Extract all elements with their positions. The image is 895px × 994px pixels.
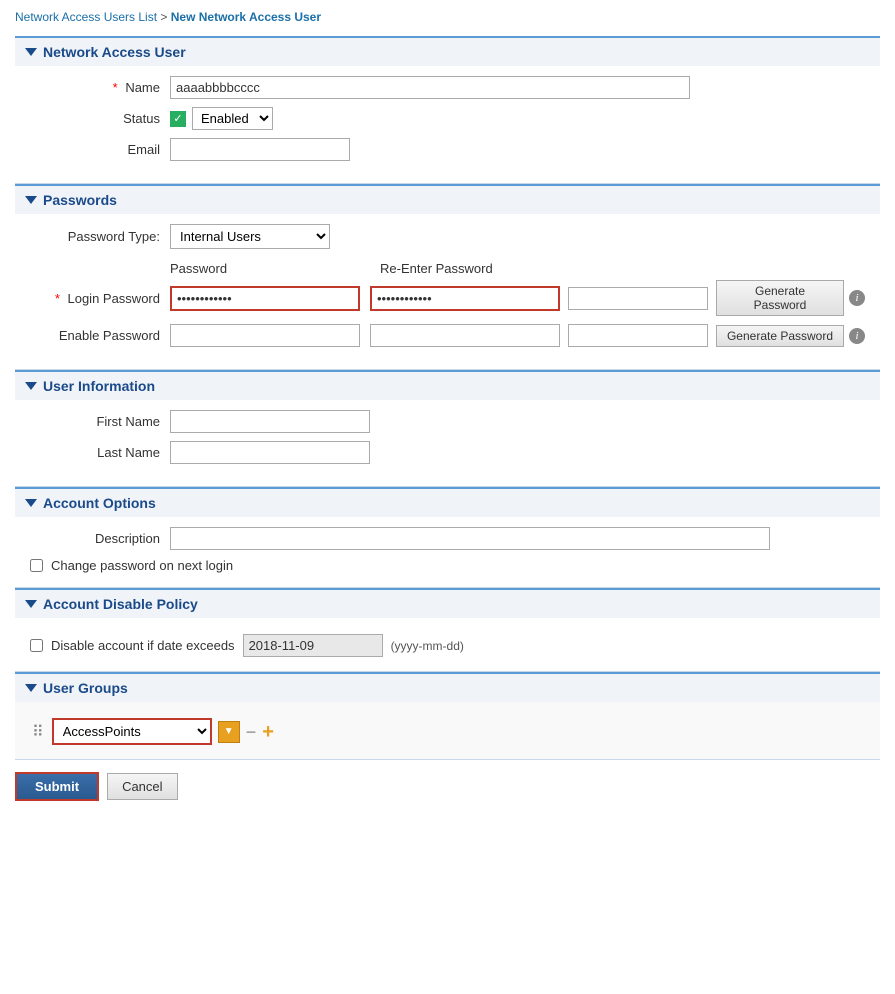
account-disable-policy-title: Account Disable Policy — [43, 596, 198, 612]
pw-col-headers: Password Re-Enter Password — [170, 261, 865, 276]
collapse-triangle-icon — [25, 499, 37, 507]
account-disable-policy-section: Account Disable Policy Disable account i… — [15, 588, 880, 672]
last-name-row: Last Name — [30, 441, 865, 464]
group-add-button[interactable]: + — [262, 722, 274, 742]
submit-button[interactable]: Submit — [15, 772, 99, 801]
account-options-title: Account Options — [43, 495, 156, 511]
login-reenter-input[interactable] — [370, 286, 560, 311]
network-access-user-body: * Name Status ✓ Enabled Disabled Email — [15, 66, 880, 184]
login-info-icon[interactable]: i — [849, 290, 865, 306]
enable-generate-password-button[interactable]: Generate Password — [716, 325, 844, 347]
user-information-body: First Name Last Name — [15, 400, 880, 487]
group-remove-button[interactable]: − — [246, 723, 257, 741]
email-label: Email — [30, 142, 170, 157]
network-access-user-section: Network Access User * Name Status ✓ Enab… — [15, 36, 880, 184]
change-password-row: Change password on next login — [30, 558, 865, 573]
status-control: ✓ Enabled Disabled — [170, 107, 273, 130]
cancel-button[interactable]: Cancel — [107, 773, 177, 800]
status-row: Status ✓ Enabled Disabled — [30, 107, 865, 130]
group-select[interactable]: AccessPoints — [52, 718, 212, 745]
pw-col-reenter: Re-Enter Password — [380, 261, 580, 276]
user-information-header[interactable]: User Information — [15, 372, 880, 400]
user-information-title: User Information — [43, 378, 155, 394]
collapse-triangle-icon — [25, 684, 37, 692]
collapse-triangle-icon — [25, 48, 37, 56]
last-name-input[interactable] — [170, 441, 370, 464]
passwords-section: Passwords Password Type: Internal Users … — [15, 184, 880, 370]
breadcrumb-link[interactable]: Network Access Users List — [15, 10, 157, 24]
account-disable-policy-body: Disable account if date exceeds (yyyy-mm… — [15, 618, 880, 672]
login-generate-password-button[interactable]: Generate Password — [716, 280, 844, 316]
passwords-header[interactable]: Passwords — [15, 186, 880, 214]
drag-handle-icon[interactable]: ⠿ — [30, 720, 46, 744]
account-options-section: Account Options Description Change passw… — [15, 487, 880, 588]
password-type-select[interactable]: Internal Users External Users — [170, 224, 330, 249]
account-disable-policy-header[interactable]: Account Disable Policy — [15, 590, 880, 618]
collapse-triangle-icon — [25, 196, 37, 204]
change-password-checkbox[interactable] — [30, 559, 43, 572]
enable-reenter-blank-input[interactable] — [568, 324, 708, 347]
email-input[interactable] — [170, 138, 350, 161]
passwords-title: Passwords — [43, 192, 117, 208]
user-groups-header[interactable]: User Groups — [15, 674, 880, 702]
enable-password-row: Enable Password Generate Password i — [30, 324, 865, 347]
status-enabled-icon: ✓ — [170, 111, 186, 127]
user-groups-title: User Groups — [43, 680, 128, 696]
breadcrumb-current: New Network Access User — [171, 10, 321, 24]
status-label: Status — [30, 111, 170, 126]
account-options-header[interactable]: Account Options — [15, 489, 880, 517]
collapse-triangle-icon — [25, 382, 37, 390]
enable-password-input[interactable] — [170, 324, 360, 347]
user-groups-section: User Groups ⠿ AccessPoints − + — [15, 672, 880, 760]
name-label: * Name — [30, 80, 170, 95]
user-groups-body: ⠿ AccessPoints − + — [15, 702, 880, 760]
description-row: Description — [30, 527, 865, 550]
collapse-triangle-icon — [25, 600, 37, 608]
pw-col-password: Password — [170, 261, 370, 276]
login-reenter-blank-input[interactable] — [568, 287, 708, 310]
group-row: ⠿ AccessPoints − + — [30, 718, 865, 745]
user-information-section: User Information First Name Last Name — [15, 370, 880, 487]
first-name-label: First Name — [30, 414, 170, 429]
description-label: Description — [30, 531, 170, 546]
date-hint: (yyyy-mm-dd) — [391, 639, 464, 653]
change-password-label: Change password on next login — [51, 558, 233, 573]
network-access-user-header[interactable]: Network Access User — [15, 38, 880, 66]
login-password-input[interactable] — [170, 286, 360, 311]
group-dropdown-icon[interactable] — [218, 721, 240, 743]
passwords-body: Password Type: Internal Users External U… — [15, 214, 880, 370]
name-input[interactable] — [170, 76, 690, 99]
disable-date-input[interactable] — [243, 634, 383, 657]
login-password-label: * Login Password — [30, 291, 170, 306]
password-type-label: Password Type: — [30, 229, 170, 244]
name-row: * Name — [30, 76, 865, 99]
status-select[interactable]: Enabled Disabled — [192, 107, 273, 130]
breadcrumb: Network Access Users List > New Network … — [15, 10, 880, 24]
description-input[interactable] — [170, 527, 770, 550]
login-password-row: * Login Password Generate Password i — [30, 280, 865, 316]
disable-account-checkbox[interactable] — [30, 639, 43, 652]
disable-account-label: Disable account if date exceeds — [51, 638, 235, 653]
disable-policy-row: Disable account if date exceeds (yyyy-mm… — [30, 634, 865, 657]
first-name-row: First Name — [30, 410, 865, 433]
enable-info-icon[interactable]: i — [849, 328, 865, 344]
first-name-input[interactable] — [170, 410, 370, 433]
enable-reenter-input[interactable] — [370, 324, 560, 347]
account-options-body: Description Change password on next logi… — [15, 517, 880, 588]
last-name-label: Last Name — [30, 445, 170, 460]
network-access-user-title: Network Access User — [43, 44, 186, 60]
email-row: Email — [30, 138, 865, 161]
submit-area: Submit Cancel — [15, 760, 880, 809]
password-type-row: Password Type: Internal Users External U… — [30, 224, 865, 249]
enable-password-label: Enable Password — [30, 328, 170, 343]
